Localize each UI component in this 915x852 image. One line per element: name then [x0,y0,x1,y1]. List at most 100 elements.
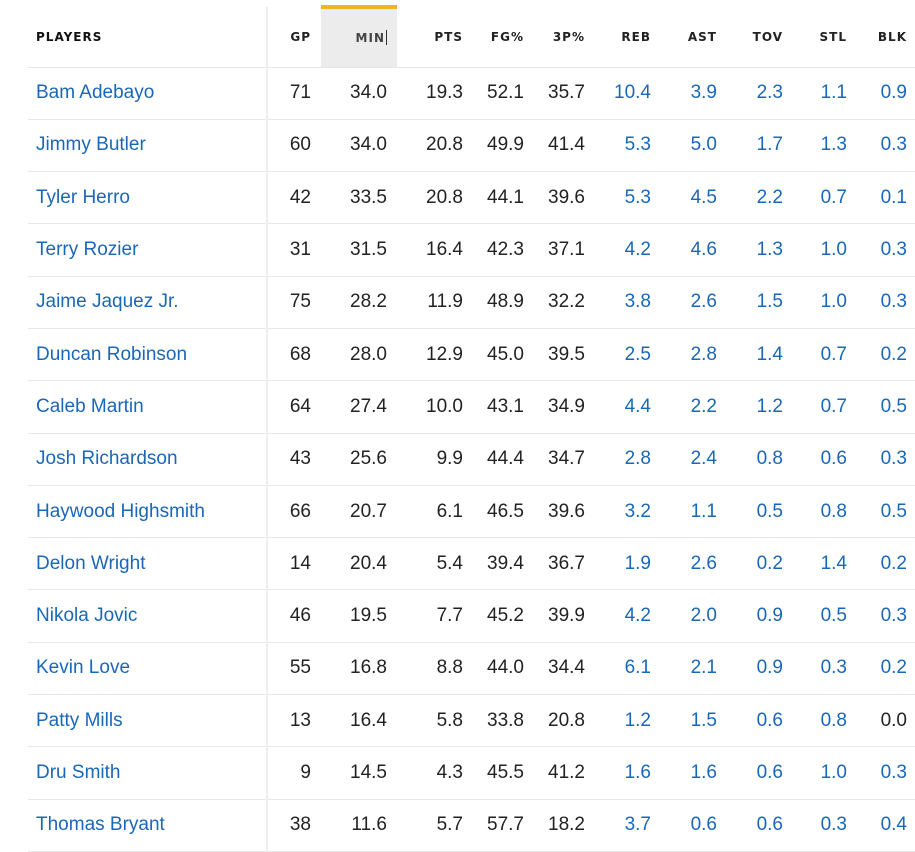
cell-stl[interactable]: 1.0 [793,223,857,277]
cell-reb[interactable]: 6.1 [595,642,661,696]
cell-ast[interactable]: 2.1 [661,642,727,696]
column-header-pts[interactable]: PTS [397,7,473,68]
cell-reb[interactable]: 10.4 [595,67,661,120]
cell-tov[interactable]: 2.2 [727,171,793,225]
player-name-link[interactable]: Dru Smith [28,746,268,800]
cell-reb[interactable]: 3.7 [595,799,661,852]
cell-blk[interactable]: 0.5 [857,485,915,539]
column-header-tov[interactable]: TOV [727,7,793,68]
player-name-link[interactable]: Bam Adebayo [28,67,268,120]
cell-ast[interactable]: 1.5 [661,694,727,748]
player-name-link[interactable]: Terry Rozier [28,223,268,277]
cell-ast[interactable]: 2.0 [661,589,727,643]
cell-blk[interactable]: 0.2 [857,328,915,382]
cell-tov[interactable]: 1.5 [727,276,793,329]
cell-blk[interactable]: 0.3 [857,119,915,173]
column-header-min[interactable]: MIN [321,5,397,68]
cell-tov[interactable]: 0.5 [727,485,793,539]
cell-reb[interactable]: 4.2 [595,589,661,643]
cell-reb[interactable]: 5.3 [595,119,661,173]
cell-stl[interactable]: 1.0 [793,746,857,800]
cell-tov[interactable]: 2.3 [727,67,793,120]
cell-reb[interactable]: 4.4 [595,380,661,434]
cell-stl[interactable]: 0.8 [793,694,857,748]
cell-stl[interactable]: 0.7 [793,171,857,225]
cell-ast[interactable]: 1.1 [661,485,727,539]
cell-tov[interactable]: 0.8 [727,433,793,486]
cell-reb[interactable]: 2.5 [595,328,661,382]
cell-reb[interactable]: 3.8 [595,276,661,329]
player-name-link[interactable]: Patty Mills [28,694,268,748]
cell-stl[interactable]: 0.3 [793,799,857,852]
cell-blk[interactable]: 0.2 [857,642,915,696]
cell-reb[interactable]: 4.2 [595,223,661,277]
cell-reb[interactable]: 3.2 [595,485,661,539]
cell-blk[interactable]: 0.3 [857,746,915,800]
column-header-fg-pct[interactable]: FG% [473,7,534,68]
cell-reb[interactable]: 1.6 [595,746,661,800]
column-header-players[interactable]: PLAYERS [28,7,268,68]
cell-tov[interactable]: 0.6 [727,694,793,748]
player-name-link[interactable]: Kevin Love [28,642,268,696]
cell-ast[interactable]: 5.0 [661,119,727,173]
cell-stl[interactable]: 1.3 [793,119,857,173]
cell-blk[interactable]: 0.4 [857,799,915,852]
cell-tov[interactable]: 0.6 [727,746,793,800]
cell-stl[interactable]: 0.7 [793,380,857,434]
cell-ast[interactable]: 2.6 [661,537,727,591]
cell-stl[interactable]: 1.4 [793,537,857,591]
column-header-blk[interactable]: BLK [857,7,915,68]
column-header-reb[interactable]: REB [595,7,661,68]
cell-ast[interactable]: 3.9 [661,67,727,120]
cell-blk[interactable]: 0.3 [857,223,915,277]
player-name-link[interactable]: Duncan Robinson [28,328,268,382]
cell-blk[interactable]: 0.3 [857,276,915,329]
player-name-link[interactable]: Tyler Herro [28,171,268,225]
cell-ast[interactable]: 4.5 [661,171,727,225]
cell-ast[interactable]: 0.6 [661,799,727,852]
cell-blk[interactable]: 0.9 [857,67,915,120]
cell-reb[interactable]: 1.2 [595,694,661,748]
cell-ast[interactable]: 2.6 [661,276,727,329]
cell-stl[interactable]: 0.3 [793,642,857,696]
cell-tov[interactable]: 0.9 [727,589,793,643]
cell-reb[interactable]: 1.9 [595,537,661,591]
cell-ast[interactable]: 2.8 [661,328,727,382]
cell-tov[interactable]: 0.9 [727,642,793,696]
cell-stl[interactable]: 1.1 [793,67,857,120]
cell-blk[interactable]: 0.1 [857,171,915,225]
player-name-link[interactable]: Nikola Jovic [28,589,268,643]
cell-ast[interactable]: 1.6 [661,746,727,800]
cell-stl[interactable]: 0.7 [793,328,857,382]
cell-ast[interactable]: 2.4 [661,433,727,486]
cell-blk[interactable]: 0.3 [857,589,915,643]
player-name-link[interactable]: Thomas Bryant [28,799,268,852]
cell-tov[interactable]: 1.3 [727,223,793,277]
player-name-link[interactable]: Jimmy Butler [28,119,268,173]
cell-stl[interactable]: 0.8 [793,485,857,539]
column-header-gp[interactable]: GP [267,7,321,68]
player-name-link[interactable]: Jaime Jaquez Jr. [28,276,268,329]
cell-blk[interactable]: 0.3 [857,433,915,486]
cell-tov[interactable]: 1.4 [727,328,793,382]
cell-tov[interactable]: 0.2 [727,537,793,591]
cell-tov[interactable]: 1.7 [727,119,793,173]
player-name-link[interactable]: Haywood Highsmith [28,485,268,539]
cell-reb[interactable]: 5.3 [595,171,661,225]
column-header-stl[interactable]: STL [793,7,857,68]
column-header-ast[interactable]: AST [661,7,727,68]
column-header-3p-pct[interactable]: 3P% [534,7,595,68]
cell-ast[interactable]: 4.6 [661,223,727,277]
cell-tov[interactable]: 1.2 [727,380,793,434]
cell-blk[interactable]: 0.2 [857,537,915,591]
cell-ast[interactable]: 2.2 [661,380,727,434]
cell-stl[interactable]: 0.6 [793,433,857,486]
cell-tov[interactable]: 0.6 [727,799,793,852]
cell-reb[interactable]: 2.8 [595,433,661,486]
cell-blk[interactable]: 0.5 [857,380,915,434]
cell-stl[interactable]: 0.5 [793,589,857,643]
player-name-link[interactable]: Delon Wright [28,537,268,591]
player-name-link[interactable]: Josh Richardson [28,433,268,486]
cell-stl[interactable]: 1.0 [793,276,857,329]
player-name-link[interactable]: Caleb Martin [28,380,268,434]
